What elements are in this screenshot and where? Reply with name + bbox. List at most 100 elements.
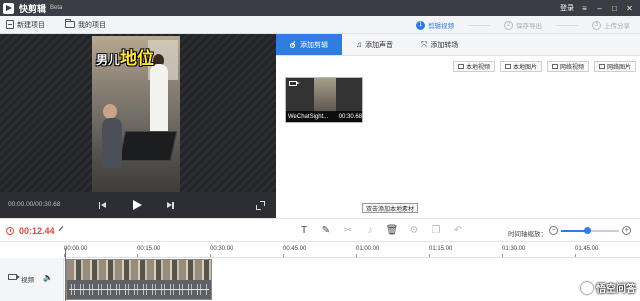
zoom-label: 时间轴缩放： bbox=[508, 231, 547, 238]
login-link[interactable]: 登录 bbox=[560, 3, 574, 13]
copy-tool-icon[interactable]: ❐ bbox=[430, 224, 442, 237]
ruler-tick-label: 01:00.00 bbox=[356, 246, 380, 252]
text-tool-icon[interactable]: T bbox=[298, 224, 310, 237]
import-icon bbox=[551, 64, 558, 69]
progress-steps: 1 剪辑视频 2 保存导出 3 上传分享 bbox=[416, 16, 630, 34]
video-preview: 男儿地位 bbox=[0, 34, 276, 218]
sticker-tool-icon[interactable]: ♪ bbox=[364, 224, 376, 237]
new-project-button[interactable]: 新建项目 bbox=[6, 20, 45, 30]
tab-label: 添加声音 bbox=[365, 41, 393, 49]
media-panel: 添加剪辑 ♫ 添加声音 ⤧ 添加转场 本地视频 本地图片 网络视频 网络图片 bbox=[276, 34, 640, 218]
maximize-icon[interactable]: □ bbox=[610, 4, 619, 13]
source-label: 网络视频 bbox=[559, 65, 584, 71]
video-track-header: 视频 🔈 bbox=[0, 258, 64, 301]
tab-add-sound[interactable]: ♫ 添加声音 bbox=[342, 34, 407, 55]
app-logo-icon bbox=[3, 2, 14, 14]
menu-icon[interactable]: ≡ bbox=[580, 4, 589, 13]
app-edition: Beta bbox=[50, 5, 63, 11]
ruler-tick-mark bbox=[575, 254, 576, 257]
zoom-knob[interactable] bbox=[584, 227, 592, 234]
tooltip: 双击添加本地素材 bbox=[362, 203, 419, 213]
playhead[interactable] bbox=[65, 248, 66, 301]
step-edit-video[interactable]: 1 剪辑视频 bbox=[416, 20, 454, 30]
ruler-tick-label: 00:00.00 bbox=[64, 246, 88, 252]
ruler-tick-mark bbox=[137, 254, 138, 257]
ruler-tick-label: 01:15.00 bbox=[429, 246, 453, 252]
settings-tool-icon[interactable]: ⚙ bbox=[408, 224, 420, 237]
minimize-icon[interactable]: – bbox=[595, 4, 604, 13]
local-image-button[interactable]: 本地图片 bbox=[499, 61, 542, 72]
import-icon bbox=[457, 64, 464, 69]
source-buttons: 本地视频 本地图片 网络视频 网络图片 bbox=[452, 61, 636, 72]
app-title: 快剪辑 bbox=[19, 3, 47, 14]
waveform-line bbox=[69, 289, 209, 290]
edit-tools: T ✎ ✂ ♪ 🗑 ⚙ ❐ ↶ bbox=[298, 224, 464, 237]
step-number: 3 bbox=[592, 20, 601, 30]
step-number: 1 bbox=[416, 20, 425, 30]
ruler-tick-label: 00:15.00 bbox=[137, 246, 161, 252]
next-frame-button[interactable] bbox=[164, 199, 176, 211]
ruler-tick-label: 00:45.00 bbox=[283, 246, 307, 252]
track-label: 视频 bbox=[21, 277, 34, 284]
web-video-button[interactable]: 网络视频 bbox=[546, 61, 589, 72]
media-duration: 00:30.68 bbox=[338, 113, 362, 120]
play-button[interactable] bbox=[131, 199, 143, 211]
tab-add-clip[interactable]: 添加剪辑 bbox=[276, 34, 342, 55]
zoom-slider[interactable] bbox=[561, 227, 619, 234]
close-icon[interactable]: ✕ bbox=[625, 4, 634, 13]
watermark-logo-icon bbox=[581, 281, 593, 294]
new-project-label: 新建项目 bbox=[17, 21, 45, 29]
playback-time: 00:00.00/00:30.68 bbox=[8, 201, 61, 208]
zoom-in-icon[interactable]: + bbox=[622, 226, 631, 235]
fullscreen-button[interactable] bbox=[254, 199, 266, 211]
ruler-tick-mark bbox=[502, 254, 503, 257]
watermark-text: 悟空问答 bbox=[596, 284, 636, 295]
source-label: 本地图片 bbox=[512, 65, 537, 71]
caption-big: 地位 bbox=[120, 49, 155, 69]
undo-tool-icon[interactable]: ↶ bbox=[452, 224, 464, 237]
ruler-tick-label: 00:30.00 bbox=[210, 246, 234, 252]
step-connector bbox=[556, 24, 578, 26]
pencil-tool-icon[interactable]: ✎ bbox=[320, 224, 332, 237]
web-image-button[interactable]: 网络图片 bbox=[593, 61, 636, 72]
media-name: WeChatSight... bbox=[288, 113, 329, 120]
zoom-out-icon[interactable]: − bbox=[549, 226, 558, 235]
cut-tool-icon[interactable]: ✂ bbox=[342, 224, 354, 237]
step-label: 剪辑视频 bbox=[428, 23, 454, 30]
import-icon bbox=[504, 64, 511, 69]
scene-person bbox=[150, 64, 168, 134]
media-thumbnail[interactable]: WeChatSight... 00:30.68 bbox=[285, 77, 363, 123]
import-icon bbox=[598, 64, 605, 69]
thumbnail-image bbox=[314, 78, 336, 112]
folder-icon bbox=[65, 19, 75, 28]
playback-bar: 00:00.00/00:30.68 bbox=[0, 192, 276, 218]
step-upload-share[interactable]: 3 上传分享 bbox=[592, 20, 630, 30]
edit-time-icon[interactable] bbox=[58, 226, 64, 231]
step-number: 2 bbox=[504, 20, 513, 30]
video-clip[interactable] bbox=[66, 259, 212, 300]
ruler-tick-mark bbox=[283, 254, 284, 257]
edit-toolbar: 00:12.44 T ✎ ✂ ♪ 🗑 ⚙ ❐ ↶ 时间轴缩放： − + bbox=[0, 218, 640, 242]
ruler-tick-label: 01:30.00 bbox=[502, 246, 526, 252]
local-video-button[interactable]: 本地视频 bbox=[452, 61, 495, 72]
caption-small: 男儿 bbox=[96, 53, 121, 67]
clip-frames bbox=[67, 260, 211, 280]
time-ruler[interactable]: 00:00.00 00:15.00 00:30.00 00:45.00 01:00.00… bbox=[64, 242, 640, 258]
audio-waveform bbox=[67, 280, 211, 299]
new-document-icon bbox=[6, 20, 14, 29]
fullscreen-icon bbox=[255, 200, 265, 210]
clock-icon bbox=[6, 227, 14, 235]
volume-icon[interactable]: 🔈 bbox=[43, 273, 53, 282]
previous-frame-button[interactable] bbox=[96, 199, 108, 211]
video-frame[interactable]: 男儿地位 bbox=[92, 36, 180, 193]
skip-back-icon bbox=[98, 201, 106, 209]
tab-add-transition[interactable]: ⤧ 添加转场 bbox=[407, 34, 472, 55]
my-projects-button[interactable]: 我的项目 bbox=[65, 19, 106, 30]
my-projects-label: 我的项目 bbox=[78, 21, 106, 29]
play-icon bbox=[132, 200, 142, 210]
step-connector bbox=[468, 24, 490, 26]
step-label: 保存导出 bbox=[516, 23, 542, 30]
step-save-export[interactable]: 2 保存导出 bbox=[504, 20, 542, 30]
delete-tool-icon[interactable]: 🗑 bbox=[386, 224, 399, 237]
media-tabs: 添加剪辑 ♫ 添加声音 ⤧ 添加转场 bbox=[276, 34, 640, 56]
